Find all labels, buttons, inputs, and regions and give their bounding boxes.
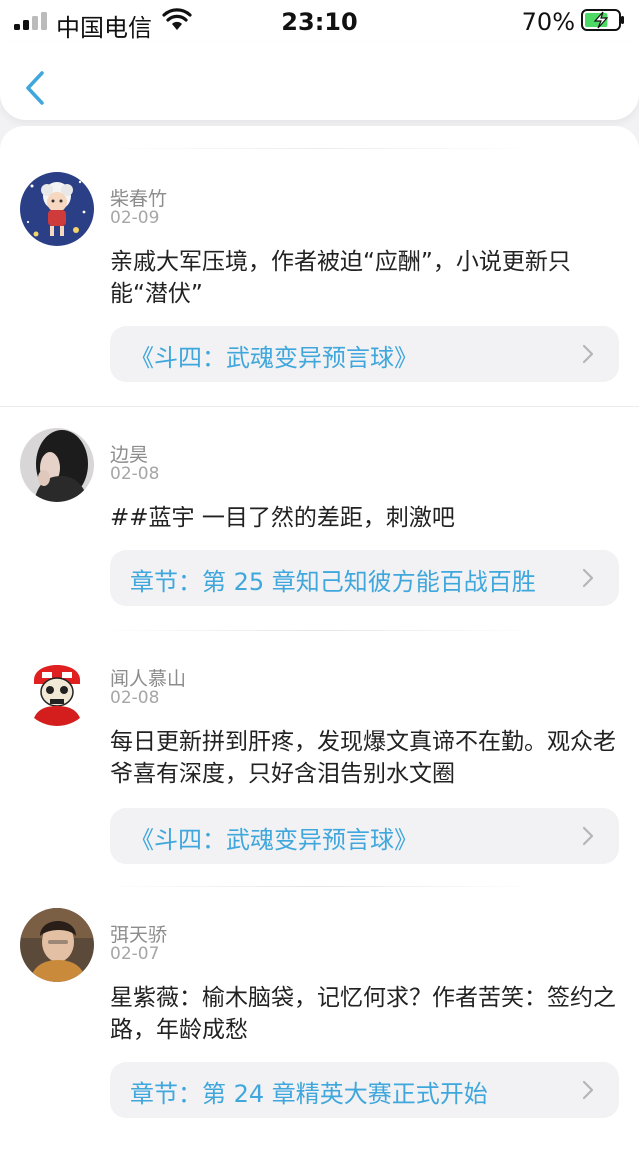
post-date: 02-09	[110, 208, 160, 228]
book-link-button[interactable]: 《斗四：武魂变异预言球》	[110, 808, 619, 864]
username: 柴春竹	[110, 188, 168, 210]
post-date: 02-08	[110, 688, 160, 708]
avatar[interactable]	[20, 652, 94, 726]
post-content: 每日更新拼到肝疼，发现爆文真谛不在勤。观众老爷喜有深度，只好含泪告别水文圈	[110, 729, 616, 787]
book-link-label: 《斗四：武魂变异预言球》	[130, 826, 418, 854]
divider	[0, 406, 639, 407]
avatar[interactable]	[20, 908, 94, 982]
avatar[interactable]	[20, 428, 94, 502]
username: 弭天骄	[110, 924, 168, 946]
post-content: ##蓝宇 一目了然的差距，刺激吧	[110, 505, 455, 531]
post-date: 02-08	[110, 464, 160, 484]
chevron-right-icon	[582, 1080, 594, 1100]
chapter-link-button[interactable]: 章节：第 25 章知己知彼方能百战百胜	[110, 550, 619, 606]
book-link-button[interactable]: 《斗四：武魂变异预言球》	[110, 326, 619, 382]
status-bar: 中国电信 23:10 70%	[0, 0, 639, 42]
avatar[interactable]	[20, 172, 94, 246]
post-content: 星紫薇：榆木脑袋，记忆何求？作者苦笑：签约之路，年龄成愁	[110, 985, 616, 1043]
battery-charging-icon	[581, 9, 624, 31]
chevron-right-icon	[582, 568, 594, 588]
chapter-link-label: 章节：第 25 章知己知彼方能百战百胜	[130, 568, 536, 596]
back-button-chevron-left-icon[interactable]	[20, 68, 50, 108]
book-link-label: 《斗四：武魂变异预言球》	[130, 344, 418, 372]
battery-percentage: 70%	[521, 8, 575, 36]
divider	[100, 886, 539, 887]
username: 边昊	[110, 444, 149, 466]
divider	[100, 630, 539, 631]
chevron-right-icon	[582, 826, 594, 846]
navigation-bar	[0, 42, 639, 120]
chapter-link-button[interactable]: 章节：第 24 章精英大赛正式开始	[110, 1062, 619, 1118]
chevron-right-icon	[582, 344, 594, 364]
post-content: 亲戚大军压境，作者被迫“应酬”，小说更新只能“潜伏”	[110, 249, 571, 307]
posts-list: 柴春竹 02-09 亲戚大军压境，作者被迫“应酬”，小说更新只能“潜伏” 《斗四…	[0, 126, 639, 1156]
post-date: 02-07	[110, 944, 160, 964]
divider	[100, 148, 539, 149]
chapter-link-label: 章节：第 24 章精英大赛正式开始	[130, 1080, 488, 1108]
username: 闻人慕山	[110, 668, 187, 690]
